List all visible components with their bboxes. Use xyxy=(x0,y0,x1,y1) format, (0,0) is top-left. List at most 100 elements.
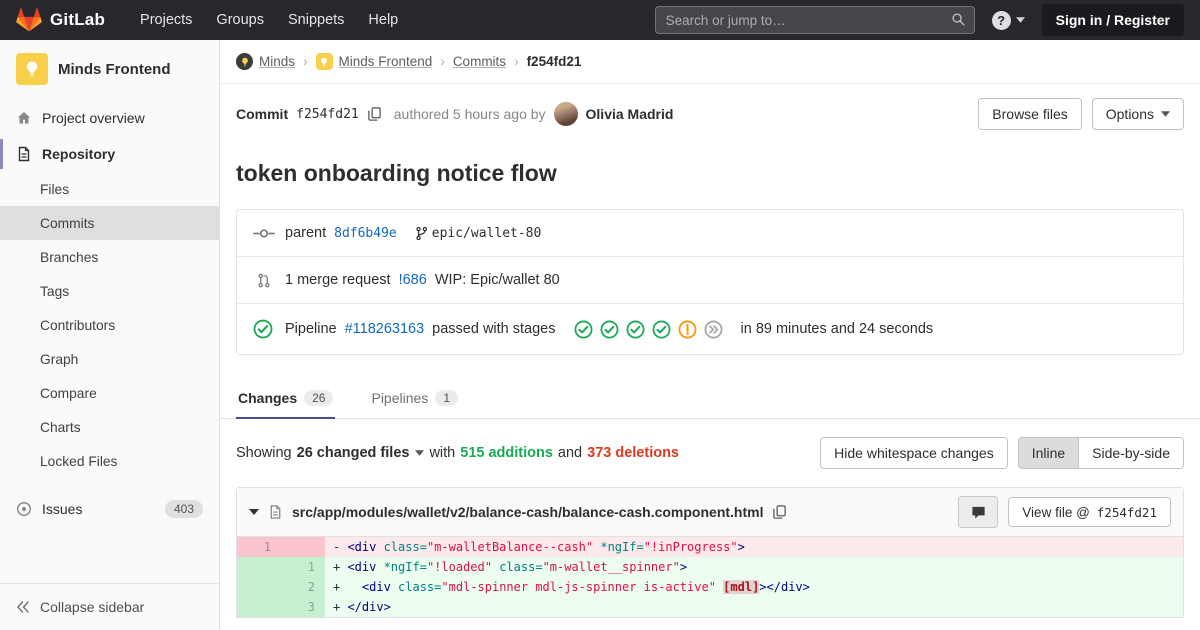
merge-request-icon xyxy=(253,273,275,288)
navbar-right: ? Sign in / Register xyxy=(654,4,1184,36)
nav-link-projects[interactable]: Projects xyxy=(131,6,201,34)
breadcrumb-avatar xyxy=(236,53,253,70)
sidebar-item-contributors[interactable]: Contributors xyxy=(0,308,219,342)
pipeline-mini-graph xyxy=(574,320,723,339)
changed-files-dropdown[interactable]: 26 changed files xyxy=(297,445,425,461)
diff-line-number-old[interactable]: 1 xyxy=(237,537,281,557)
diff-line-number-new[interactable]: 1 xyxy=(281,557,325,577)
changed-files-count: 26 changed files xyxy=(296,445,410,461)
pipeline-stage-passed-icon[interactable] xyxy=(652,320,671,339)
project-sidebar: Minds Frontend Project overview Reposito… xyxy=(0,40,220,630)
breadcrumb-avatar xyxy=(315,53,333,70)
pipeline-stage-warning-icon[interactable] xyxy=(678,320,697,339)
pipeline-stage-skipped-icon[interactable] xyxy=(704,320,723,339)
diff-line-number-old[interactable] xyxy=(237,597,281,617)
sidebar-item-project-overview[interactable]: Project overview xyxy=(0,100,219,136)
tab-count-badge: 1 xyxy=(435,390,458,406)
diff-line-number-new[interactable]: 3 xyxy=(281,597,325,617)
tab-changes[interactable]: Changes 26 xyxy=(236,377,336,419)
project-context-header[interactable]: Minds Frontend xyxy=(0,40,219,98)
diff-line: 1 + <div *ngIf="!loaded" class="m-wallet_… xyxy=(237,557,1183,577)
view-file-sha: f254fd21 xyxy=(1096,504,1157,520)
pipeline-stage-passed-icon[interactable] xyxy=(600,320,619,339)
collapse-diff-icon[interactable] xyxy=(249,509,259,515)
view-file-button[interactable]: View file @ f254fd21 xyxy=(1008,497,1171,527)
diff-line-code: - <div class="m-walletBalance--cash" *ng… xyxy=(325,537,1183,557)
nav-link-help[interactable]: Help xyxy=(359,6,407,34)
pipeline-status-passed-icon[interactable] xyxy=(253,319,273,339)
commit-actions: Browse files Options xyxy=(978,98,1184,130)
side-by-side-view-button[interactable]: Side-by-side xyxy=(1078,437,1184,469)
parent-row: parent 8df6b49e epic/wallet-80 xyxy=(237,210,1183,257)
nav-link-groups[interactable]: Groups xyxy=(207,6,273,34)
pipeline-row: Pipeline #118263163 passed with stages i… xyxy=(237,304,1183,354)
breadcrumb: Minds › Minds Frontend › Commits › f254fd21 xyxy=(220,40,1200,84)
branch-ref[interactable]: epic/wallet-80 xyxy=(415,226,541,241)
pipeline-stage-passed-icon[interactable] xyxy=(574,320,593,339)
parent-sha-link[interactable]: 8df6b49e xyxy=(334,226,397,241)
copy-commit-sha-icon[interactable] xyxy=(367,106,382,122)
diff-summary-bar: Showing 26 changed files with 515 additi… xyxy=(220,419,1200,487)
author-name[interactable]: Olivia Madrid xyxy=(586,106,674,122)
home-icon xyxy=(16,110,32,126)
chevron-down-icon xyxy=(415,450,425,456)
sidebar-item-commits[interactable]: Commits xyxy=(0,206,219,240)
file-path[interactable]: src/app/modules/wallet/v2/balance-cash/b… xyxy=(292,504,763,520)
commit-sha: f254fd21 xyxy=(296,106,359,122)
sidebar-item-repository[interactable]: Repository xyxy=(0,136,219,172)
copy-file-path-icon[interactable] xyxy=(772,504,787,520)
diff-line: 1 - <div class="m-walletBalance--cash" *n… xyxy=(237,537,1183,557)
collapse-sidebar-label: Collapse sidebar xyxy=(40,599,145,615)
sidebar-nav: Project overview Repository xyxy=(0,100,219,172)
sidebar-item-issues[interactable]: Issues 403 xyxy=(0,490,219,528)
sidebar-item-compare[interactable]: Compare xyxy=(0,376,219,410)
sidebar-item-graph[interactable]: Graph xyxy=(0,342,219,376)
pipeline-stage-passed-icon[interactable] xyxy=(626,320,645,339)
tab-label: Pipelines xyxy=(371,390,429,406)
search-input[interactable] xyxy=(654,6,975,34)
tab-pipelines[interactable]: Pipelines 1 xyxy=(369,377,460,419)
sidebar-item-tags[interactable]: Tags xyxy=(0,274,219,308)
breadcrumb-separator: › xyxy=(303,54,308,69)
hide-whitespace-button[interactable]: Hide whitespace changes xyxy=(820,437,1008,469)
sidebar-item-label: Repository xyxy=(42,146,116,162)
breadcrumb-link-minds[interactable]: Minds xyxy=(236,53,295,70)
inline-view-button[interactable]: Inline xyxy=(1017,437,1080,469)
diff-line-number-new[interactable]: 2 xyxy=(281,577,325,597)
main-content: Minds › Minds Frontend › Commits › f254fd21 C… xyxy=(220,40,1200,630)
sidebar-item-charts[interactable]: Charts xyxy=(0,410,219,444)
lightbulb-icon xyxy=(240,57,250,67)
help-menu[interactable]: ? xyxy=(991,10,1025,30)
chevron-down-icon xyxy=(1015,17,1025,23)
brand-name: GitLab xyxy=(50,10,106,29)
merge-request-link[interactable]: !686 xyxy=(399,272,427,288)
merge-request-row: 1 merge request !686 WIP: Epic/wallet 80 xyxy=(237,257,1183,304)
options-dropdown-button[interactable]: Options xyxy=(1091,98,1184,130)
file-icon xyxy=(268,504,283,520)
gitlab-tanuki-icon xyxy=(16,7,42,33)
breadcrumb-link-commits[interactable]: Commits xyxy=(453,54,506,69)
pipeline-id-link[interactable]: #118263163 xyxy=(345,321,425,337)
author-avatar[interactable] xyxy=(553,102,578,126)
sidebar-item-branches[interactable]: Branches xyxy=(0,240,219,274)
diff-line-number-old[interactable] xyxy=(237,577,281,597)
browse-files-button[interactable]: Browse files xyxy=(978,98,1082,130)
file-actions: View file @ f254fd21 xyxy=(958,496,1171,528)
deletions-count: 373 deletions xyxy=(587,445,679,461)
merge-request-count: 1 merge request xyxy=(285,272,391,288)
sidebar-item-locked-files[interactable]: Locked Files xyxy=(0,444,219,478)
nav-link-snippets[interactable]: Snippets xyxy=(279,6,353,34)
lightbulb-icon xyxy=(23,60,41,78)
sign-in-button[interactable]: Sign in / Register xyxy=(1041,4,1184,36)
gitlab-home-link[interactable]: GitLab xyxy=(16,7,106,33)
collapse-sidebar-button[interactable]: Collapse sidebar xyxy=(0,583,219,630)
and-label: and xyxy=(557,445,583,461)
sidebar-item-files[interactable]: Files xyxy=(0,172,219,206)
diff-line-number-new[interactable] xyxy=(281,537,325,557)
breadcrumb-links: Minds › Minds Frontend › Commits › xyxy=(236,53,519,70)
lightbulb-icon xyxy=(319,57,329,67)
breadcrumb-link-minds-frontend[interactable]: Minds Frontend xyxy=(315,53,432,70)
toggle-comments-button[interactable] xyxy=(958,496,999,528)
diff-line-number-old[interactable] xyxy=(237,557,281,577)
commit-tabs: Changes 26 Pipelines 1 xyxy=(220,377,1200,419)
